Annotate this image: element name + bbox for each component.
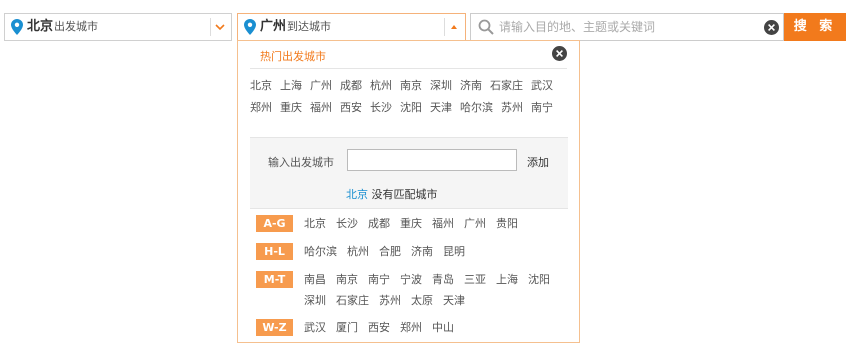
group-city-item[interactable]: 杭州	[347, 241, 369, 262]
group-badge: M-T	[256, 271, 293, 288]
hot-city-item[interactable]: 深圳	[430, 75, 452, 97]
arrival-city-value: 广州到达城市	[260, 19, 332, 34]
add-button[interactable]: 添加	[527, 154, 549, 170]
hot-cities-title: 热门出发城市	[260, 50, 326, 63]
group-city-item[interactable]: 成都	[368, 213, 390, 234]
field-divider	[444, 18, 445, 36]
search-icon	[478, 19, 494, 35]
no-match-text: 没有匹配城市	[371, 188, 438, 201]
group-city-item[interactable]: 太原	[411, 290, 433, 311]
group-city-item[interactable]: 广州	[464, 213, 486, 234]
group-city-list: 武汉 厦门 西安 郑州 中山	[304, 317, 568, 338]
hot-cities-list: 北京 上海 广州 成都 杭州 南京 深圳 济南 石家庄 武汉郑州 重庆 福州 西安 长沙 沈阳 天津 哈尔滨 苏州…	[250, 75, 568, 119]
city-group-h-l: H-L 哈尔滨 杭州 合肥 济南 昆明	[256, 241, 568, 262]
group-city-item[interactable]: 沈阳	[528, 269, 550, 290]
hot-city-item[interactable]: 福州	[310, 97, 332, 119]
hot-city-item[interactable]: 哈尔滨	[460, 97, 493, 119]
hot-city-item[interactable]: 杭州	[370, 75, 392, 97]
search-input[interactable]	[499, 17, 761, 37]
group-city-item[interactable]: 贵阳	[496, 213, 518, 234]
group-city-item[interactable]: 哈尔滨	[304, 241, 337, 262]
hot-city-item[interactable]: 上海	[280, 75, 302, 97]
group-city-item[interactable]: 深圳	[304, 290, 326, 311]
group-city-list: 南昌 南京 南宁 宁波 青岛 三亚 上海 沈阳深圳 石家庄 苏州 太原 天津	[304, 269, 568, 311]
group-city-item[interactable]: 昆明	[443, 241, 465, 262]
group-city-item[interactable]: 武汉	[304, 317, 326, 338]
hot-city-item[interactable]: 郑州	[250, 97, 272, 119]
departure-city-value: 北京出发城市	[27, 19, 99, 34]
hot-city-item[interactable]: 西安	[340, 97, 362, 119]
hot-city-item[interactable]: 苏州	[501, 97, 523, 119]
group-city-list: 哈尔滨 杭州 合肥 济南 昆明	[304, 241, 568, 262]
group-badge: A-G	[256, 215, 293, 232]
city-group-a-g: A-G 北京 长沙 成都 重庆 福州 广州 贵阳	[256, 213, 568, 234]
hot-city-item[interactable]: 武汉	[531, 75, 553, 97]
group-city-item[interactable]: 三亚	[464, 269, 486, 290]
location-pin-icon	[244, 19, 256, 35]
hot-city-item[interactable]: 南宁	[531, 97, 553, 119]
group-city-item[interactable]: 南京	[336, 269, 358, 290]
close-icon[interactable]	[552, 46, 567, 61]
group-city-item[interactable]: 厦门	[336, 317, 358, 338]
hot-city-item[interactable]: 沈阳	[400, 97, 422, 119]
group-city-item[interactable]: 上海	[496, 269, 518, 290]
chevron-down-icon[interactable]	[215, 23, 225, 31]
group-city-item[interactable]: 南宁	[368, 269, 390, 290]
group-city-item[interactable]: 青岛	[432, 269, 454, 290]
group-city-list: 北京 长沙 成都 重庆 福州 广州 贵阳	[304, 213, 568, 234]
hot-city-item[interactable]: 北京	[250, 75, 272, 97]
hot-city-item[interactable]: 成都	[340, 75, 362, 97]
hot-city-item[interactable]: 广州	[310, 75, 332, 97]
hot-city-item[interactable]: 南京	[400, 75, 422, 97]
group-city-item[interactable]: 郑州	[400, 317, 422, 338]
group-city-item[interactable]: 福州	[432, 213, 454, 234]
city-group-w-z: W-Z 武汉 厦门 西安 郑州 中山	[256, 317, 568, 338]
hot-city-item[interactable]: 长沙	[370, 97, 392, 119]
chevron-up-icon[interactable]	[449, 23, 459, 31]
field-divider	[210, 18, 211, 36]
city-input-label: 输入出发城市	[268, 156, 334, 169]
divider	[250, 68, 567, 69]
hot-city-item[interactable]: 石家庄	[490, 75, 523, 97]
departure-city-field[interactable]: 北京出发城市	[4, 13, 232, 41]
group-city-item[interactable]: 济南	[411, 241, 433, 262]
no-match-message: 北京 没有匹配城市	[346, 186, 438, 202]
hot-city-item[interactable]: 重庆	[280, 97, 302, 119]
group-city-item[interactable]: 长沙	[336, 213, 358, 234]
group-city-item[interactable]: 重庆	[400, 213, 422, 234]
arrival-city-field[interactable]: 广州到达城市	[237, 13, 466, 41]
group-badge: H-L	[256, 243, 293, 260]
group-city-item[interactable]: 西安	[368, 317, 390, 338]
no-match-city: 北京	[346, 188, 368, 201]
group-city-item[interactable]: 中山	[432, 317, 454, 338]
departure-city-dropdown: 热门出发城市 北京 上海 广州 成都 杭州 南京 深圳 济南 石家庄 武汉郑州 重庆 福州 西安 长沙 沈阳…	[237, 40, 580, 343]
group-city-item[interactable]: 北京	[304, 213, 326, 234]
group-city-item[interactable]: 石家庄	[336, 290, 369, 311]
group-city-item[interactable]: 天津	[443, 290, 465, 311]
group-city-item[interactable]: 苏州	[379, 290, 401, 311]
search-button[interactable]: 搜 索	[784, 13, 846, 41]
group-city-item[interactable]: 宁波	[400, 269, 422, 290]
group-city-item[interactable]: 合肥	[379, 241, 401, 262]
city-input-section: 输入出发城市 添加 北京 没有匹配城市	[250, 137, 568, 209]
arrival-city-suffix: 到达城市	[287, 20, 332, 33]
location-pin-icon	[11, 19, 23, 35]
search-box	[470, 13, 784, 41]
city-group-m-t: M-T 南昌 南京 南宁 宁波 青岛 三亚 上海 沈阳深圳 石家庄 苏州 太原 天津	[256, 269, 568, 311]
hot-city-item[interactable]: 济南	[460, 75, 482, 97]
group-badge: W-Z	[256, 319, 293, 336]
clear-icon[interactable]	[764, 20, 779, 35]
group-city-item[interactable]: 南昌	[304, 269, 326, 290]
hot-city-item[interactable]: 天津	[430, 97, 452, 119]
city-input[interactable]	[347, 149, 517, 171]
departure-city-suffix: 出发城市	[54, 20, 99, 33]
